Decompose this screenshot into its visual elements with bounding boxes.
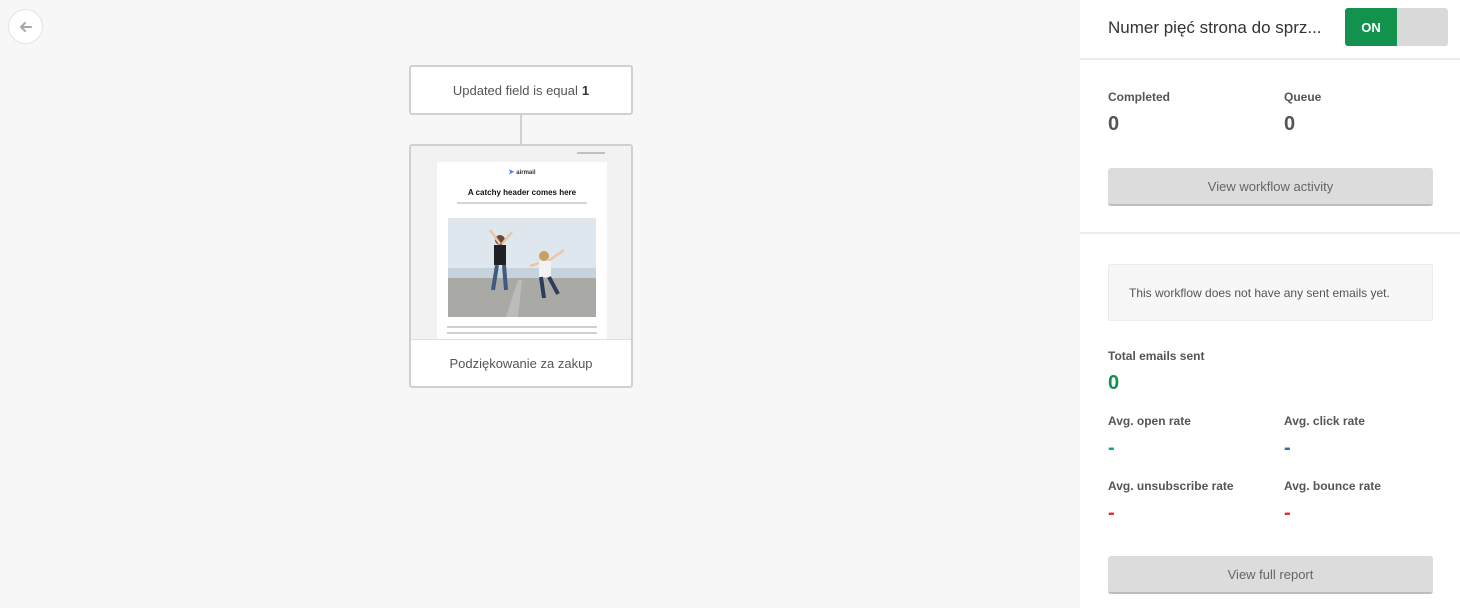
back-button[interactable] [8, 9, 43, 44]
email-node-label: Podziękowanie za zakup [449, 355, 593, 371]
avg-unsubscribe-rate-label: Avg. unsubscribe rate [1108, 479, 1234, 493]
no-emails-notice: This workflow does not have any sent ema… [1108, 264, 1433, 321]
preview-topline [577, 152, 605, 154]
total-emails-sent-value: 0 [1108, 372, 1120, 394]
trigger-value: 1 [581, 82, 590, 98]
avg-open-rate-label: Avg. open rate [1108, 414, 1191, 428]
avg-click-rate-value: - [1284, 437, 1291, 459]
trigger-node[interactable]: Updated field is equal 1 [409, 65, 633, 115]
avg-click-rate-label: Avg. click rate [1284, 414, 1365, 428]
email-brand: airmail [516, 170, 536, 176]
queue-label: Queue [1284, 90, 1322, 104]
avg-bounce-rate-label: Avg. bounce rate [1284, 479, 1381, 493]
workflow-side-panel: Numer pięć strona do sprz... ON Complete… [1080, 0, 1460, 608]
avg-unsubscribe-rate-value: - [1108, 502, 1115, 524]
email-preview-text-line [447, 332, 597, 334]
email-preview-header: A catchy header comes here [467, 188, 577, 197]
email-preview-photo [448, 218, 596, 317]
panel-header: Numer pięć strona do sprz... ON [1080, 0, 1460, 60]
avg-open-rate-value: - [1108, 437, 1115, 459]
trigger-text: Updated field is equal [452, 82, 578, 98]
queue-value: 0 [1284, 113, 1296, 135]
avg-bounce-rate-value: - [1284, 502, 1291, 524]
arrow-left-icon [19, 21, 32, 32]
email-preview-subline [457, 202, 587, 204]
email-preview-paper: ➤ airmail A catchy header comes here [437, 162, 607, 339]
email-preview: ➤ airmail A catchy header comes here [411, 146, 631, 340]
email-node[interactable]: ➤ airmail A catchy header comes here Pod… [409, 144, 633, 388]
workflow-canvas[interactable]: Updated field is equal 1 ➤ airmail A catc… [0, 0, 1063, 608]
node-connector [520, 115, 522, 145]
email-preview-text-line [447, 326, 597, 328]
completed-value: 0 [1108, 113, 1120, 135]
total-emails-sent-label: Total emails sent [1108, 349, 1205, 363]
view-workflow-activity-button[interactable]: View workflow activity [1108, 168, 1433, 206]
view-full-report-button[interactable]: View full report [1108, 556, 1433, 594]
toggle-on-label: ON [1345, 8, 1397, 46]
workflow-stats: Completed 0 Queue 0 View workflow activi… [1080, 62, 1460, 234]
workflow-toggle[interactable]: ON [1345, 8, 1448, 46]
paper-plane-icon: ➤ [508, 169, 515, 176]
email-logo: ➤ airmail [437, 168, 607, 176]
workflow-title[interactable]: Numer pięć strona do sprz... [1108, 18, 1322, 38]
completed-label: Completed [1108, 90, 1171, 104]
